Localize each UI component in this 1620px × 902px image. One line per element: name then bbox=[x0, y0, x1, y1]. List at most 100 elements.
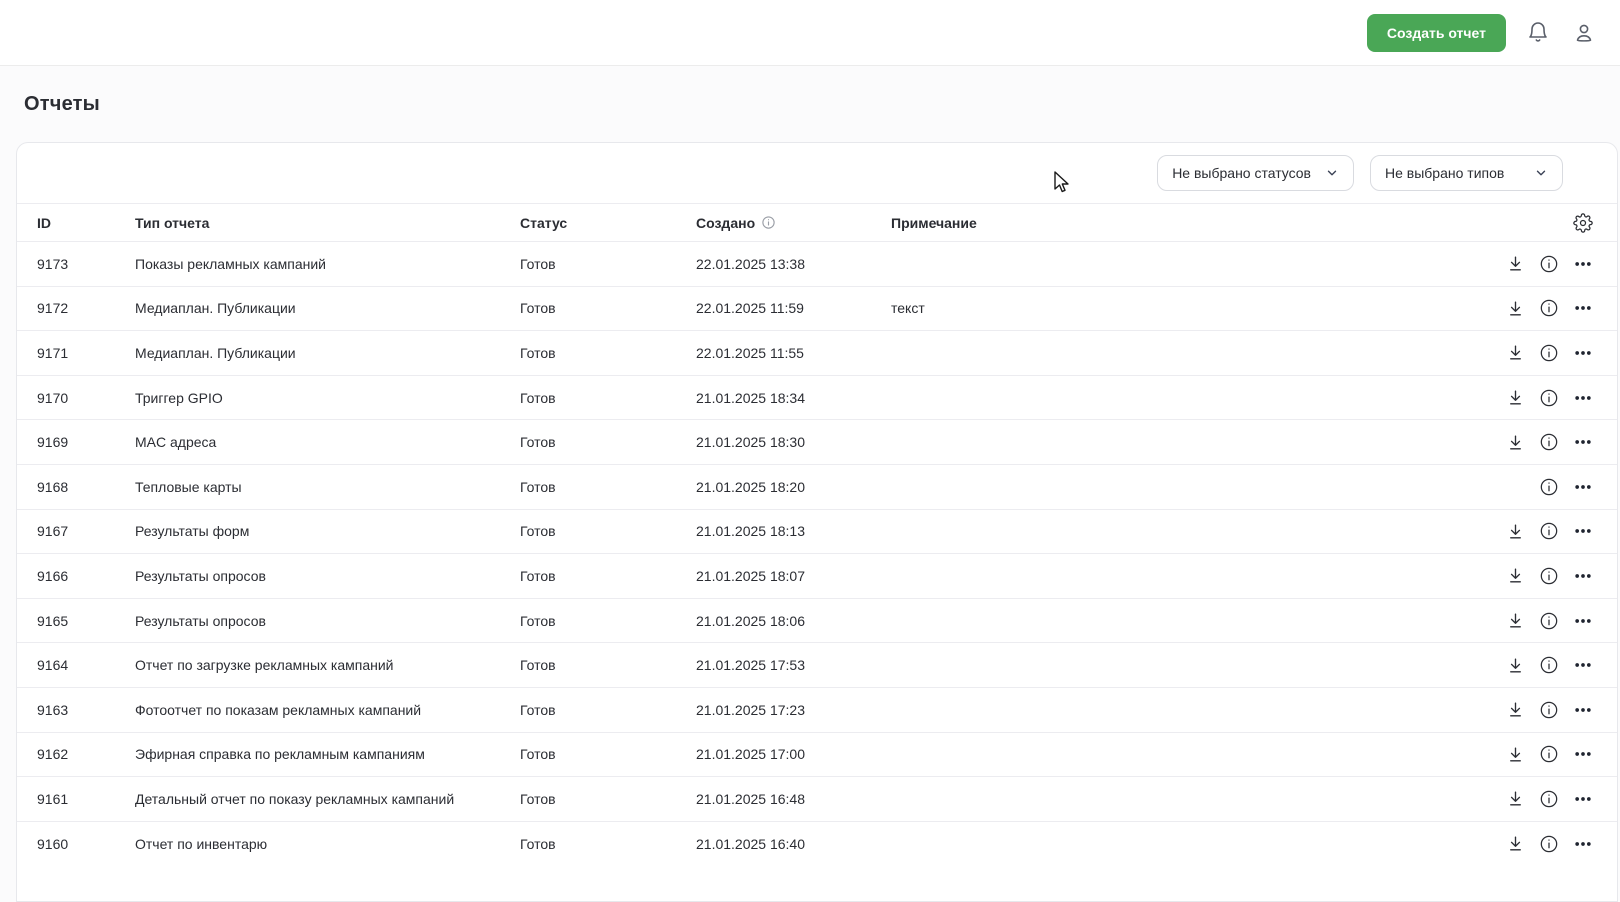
profile-button[interactable] bbox=[1570, 19, 1598, 47]
more-actions-button[interactable] bbox=[1573, 298, 1593, 318]
download-button[interactable] bbox=[1505, 254, 1525, 274]
download-button[interactable] bbox=[1505, 343, 1525, 363]
info-icon bbox=[1539, 611, 1559, 631]
row-status: Готов bbox=[520, 300, 696, 316]
row-status: Готов bbox=[520, 345, 696, 361]
info-button[interactable] bbox=[1539, 432, 1559, 452]
row-status: Готов bbox=[520, 657, 696, 673]
more-actions-button[interactable] bbox=[1573, 744, 1593, 764]
table-row: 9171 Медиаплан. Публикации Готов 22.01.2… bbox=[17, 330, 1617, 375]
table-row: 9167 Результаты форм Готов 21.01.2025 18… bbox=[17, 509, 1617, 554]
table-row: 9163 Фотоотчет по показам рекламных камп… bbox=[17, 687, 1617, 732]
info-icon bbox=[1539, 744, 1559, 764]
status-filter-select[interactable]: Не выбрано статусов bbox=[1157, 155, 1354, 191]
row-id: 9160 bbox=[37, 836, 135, 852]
info-icon bbox=[1539, 298, 1559, 318]
reports-card: Не выбрано статусов Не выбрано типов ID … bbox=[16, 142, 1618, 902]
row-status: Готов bbox=[520, 390, 696, 406]
download-button[interactable] bbox=[1505, 744, 1525, 764]
ellipsis-icon bbox=[1573, 611, 1593, 631]
row-report-type: Отчет по загрузке рекламных кампаний bbox=[135, 657, 520, 673]
more-actions-button[interactable] bbox=[1573, 343, 1593, 363]
info-button[interactable] bbox=[1539, 834, 1559, 854]
table-row: 9172 Медиаплан. Публикации Готов 22.01.2… bbox=[17, 286, 1617, 331]
info-button[interactable] bbox=[1539, 611, 1559, 631]
row-created: 21.01.2025 18:30 bbox=[696, 434, 891, 450]
col-header-created: Создано bbox=[696, 215, 891, 231]
download-icon bbox=[1506, 433, 1525, 452]
row-created: 21.01.2025 18:07 bbox=[696, 568, 891, 584]
type-filter-select[interactable]: Не выбрано типов bbox=[1370, 155, 1563, 191]
info-button[interactable] bbox=[1539, 789, 1559, 809]
row-id: 9161 bbox=[37, 791, 135, 807]
row-status: Готов bbox=[520, 523, 696, 539]
info-icon bbox=[1539, 521, 1559, 541]
download-button[interactable] bbox=[1505, 432, 1525, 452]
col-header-type: Тип отчета bbox=[135, 215, 520, 231]
info-button[interactable] bbox=[1539, 744, 1559, 764]
more-actions-button[interactable] bbox=[1573, 521, 1593, 541]
table-body: 9173 Показы рекламных кампаний Готов 22.… bbox=[17, 241, 1617, 865]
row-created: 21.01.2025 16:48 bbox=[696, 791, 891, 807]
col-header-status: Статус bbox=[520, 215, 696, 231]
row-id: 9162 bbox=[37, 746, 135, 762]
ellipsis-icon bbox=[1573, 834, 1593, 854]
download-button[interactable] bbox=[1505, 789, 1525, 809]
download-button[interactable] bbox=[1505, 521, 1525, 541]
create-report-button[interactable]: Создать отчет bbox=[1367, 14, 1506, 52]
row-report-type: MAC адреса bbox=[135, 434, 520, 450]
table-row: 9168 Тепловые карты Готов 21.01.2025 18:… bbox=[17, 464, 1617, 509]
ellipsis-icon bbox=[1573, 521, 1593, 541]
row-status: Готов bbox=[520, 791, 696, 807]
info-icon bbox=[1539, 432, 1559, 452]
info-icon[interactable] bbox=[761, 215, 776, 230]
download-button[interactable] bbox=[1505, 298, 1525, 318]
info-button[interactable] bbox=[1539, 655, 1559, 675]
info-button[interactable] bbox=[1539, 298, 1559, 318]
info-button[interactable] bbox=[1539, 521, 1559, 541]
download-icon bbox=[1506, 254, 1525, 273]
row-status: Готов bbox=[520, 479, 696, 495]
more-actions-button[interactable] bbox=[1573, 611, 1593, 631]
more-actions-button[interactable] bbox=[1573, 834, 1593, 854]
info-button[interactable] bbox=[1539, 388, 1559, 408]
more-actions-button[interactable] bbox=[1573, 477, 1593, 497]
more-actions-button[interactable] bbox=[1573, 254, 1593, 274]
info-icon bbox=[1539, 566, 1559, 586]
row-created: 22.01.2025 11:55 bbox=[696, 345, 891, 361]
more-actions-button[interactable] bbox=[1573, 789, 1593, 809]
more-actions-button[interactable] bbox=[1573, 388, 1593, 408]
chevron-down-icon bbox=[1534, 166, 1548, 180]
info-button[interactable] bbox=[1539, 566, 1559, 586]
download-icon bbox=[1506, 299, 1525, 318]
row-id: 9163 bbox=[37, 702, 135, 718]
info-button[interactable] bbox=[1539, 477, 1559, 497]
info-button[interactable] bbox=[1539, 254, 1559, 274]
download-button[interactable] bbox=[1505, 655, 1525, 675]
table-row: 9165 Результаты опросов Готов 21.01.2025… bbox=[17, 598, 1617, 643]
download-button[interactable] bbox=[1505, 611, 1525, 631]
table-settings-button[interactable] bbox=[1573, 213, 1593, 233]
download-button[interactable] bbox=[1505, 834, 1525, 854]
info-button[interactable] bbox=[1539, 343, 1559, 363]
download-icon bbox=[1506, 343, 1525, 362]
row-id: 9169 bbox=[37, 434, 135, 450]
download-button[interactable] bbox=[1505, 388, 1525, 408]
type-filter-label: Не выбрано типов bbox=[1385, 165, 1504, 181]
more-actions-button[interactable] bbox=[1573, 700, 1593, 720]
more-actions-button[interactable] bbox=[1573, 655, 1593, 675]
download-button[interactable] bbox=[1505, 700, 1525, 720]
row-report-type: Показы рекламных кампаний bbox=[135, 256, 520, 272]
ellipsis-icon bbox=[1573, 789, 1593, 809]
notifications-button[interactable] bbox=[1524, 19, 1552, 47]
ellipsis-icon bbox=[1573, 432, 1593, 452]
info-icon bbox=[1539, 477, 1559, 497]
table-row: 9170 Триггер GPIO Готов 21.01.2025 18:34 bbox=[17, 375, 1617, 420]
download-button[interactable] bbox=[1505, 566, 1525, 586]
download-icon bbox=[1506, 388, 1525, 407]
info-button[interactable] bbox=[1539, 700, 1559, 720]
ellipsis-icon bbox=[1573, 655, 1593, 675]
row-created: 21.01.2025 18:06 bbox=[696, 613, 891, 629]
more-actions-button[interactable] bbox=[1573, 566, 1593, 586]
more-actions-button[interactable] bbox=[1573, 432, 1593, 452]
